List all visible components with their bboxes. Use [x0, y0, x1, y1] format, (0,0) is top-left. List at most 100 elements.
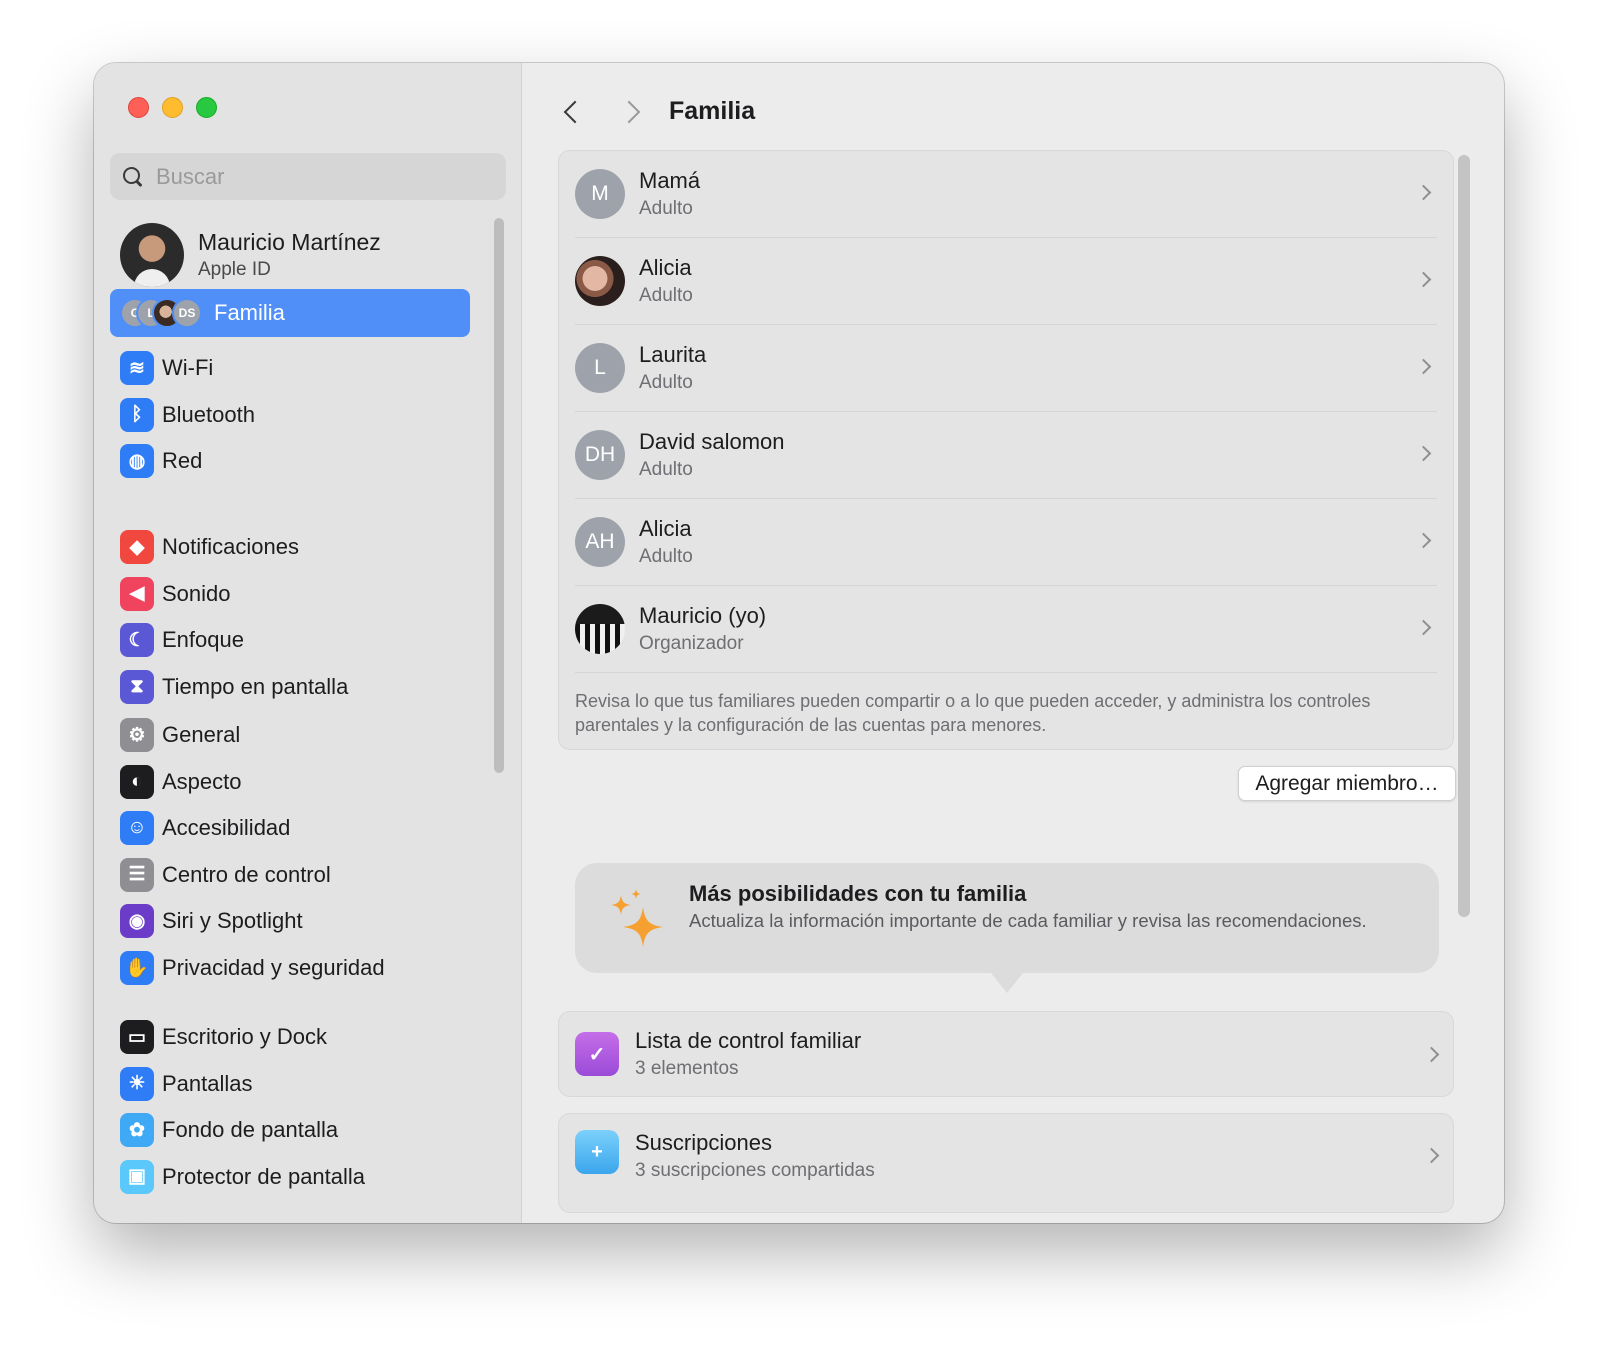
sidebar-item-accesibilidad[interactable]: ☺ Accesibilidad [120, 805, 385, 852]
speaker-icon: ◀ [120, 576, 154, 611]
avatar [575, 256, 625, 306]
screensaver-icon: ▣ [120, 1159, 154, 1194]
chevron-right-icon [1423, 1046, 1440, 1063]
family-member-row[interactable]: Alicia Adulto [575, 238, 1437, 325]
moon-icon: ☾ [120, 623, 154, 658]
close-button[interactable] [128, 97, 149, 118]
member-name: David salomon [639, 429, 785, 454]
bell-icon: ◆ [120, 530, 154, 565]
sidebar-item-label: Tiempo en pantalla [162, 673, 349, 699]
avatar: M [575, 169, 625, 219]
chevron-right-icon [1415, 619, 1432, 636]
chevron-right-icon [1415, 445, 1432, 462]
sidebar-item-fondo-de-pantalla[interactable]: ✿ Fondo de pantalla [120, 1107, 365, 1154]
sidebar-item-bluetooth[interactable]: ᛒ Bluetooth [120, 392, 255, 439]
sidebar-item-label: Aspecto [162, 768, 242, 794]
member-role: Adulto [639, 372, 693, 393]
family-member-row[interactable]: DH David salomon Adulto [575, 412, 1437, 499]
settings-window: Mauricio Martínez Apple ID C L DS Famili… [94, 63, 1504, 1223]
chevron-right-icon [1415, 358, 1432, 375]
sparkle-icon [611, 889, 663, 947]
sidebar-item-wi-fi[interactable]: ≋ Wi-Fi [120, 345, 255, 392]
forward-button[interactable] [617, 96, 647, 126]
dock-icon: ▭ [120, 1020, 154, 1055]
subscriptions-row[interactable]: + Suscripciones 3 suscripciones comparti… [558, 1113, 1454, 1213]
sidebar-item-label: Enfoque [162, 627, 244, 653]
sidebar-item-aspecto[interactable]: ◐ Aspecto [120, 759, 385, 806]
member-name: Alicia [639, 516, 692, 541]
checklist-title: Lista de control familiar [635, 1028, 862, 1053]
sidebar-item-label: Pantallas [162, 1070, 253, 1096]
sidebar-item-label: Privacidad y seguridad [162, 954, 385, 980]
sidebar-scrollbar[interactable] [494, 218, 504, 773]
sidebar-item-familia[interactable]: C L DS Familia [110, 289, 470, 337]
minimize-button[interactable] [162, 97, 183, 118]
bluetooth-icon: ᛒ [120, 397, 154, 432]
sidebar-item-red[interactable]: ◍ Red [120, 438, 255, 485]
chevron-right-icon [1415, 532, 1432, 549]
member-name: Mamá [639, 168, 701, 193]
sidebar-group: ≋ Wi-Fi ᛒ Bluetooth ◍ Red [120, 345, 255, 485]
member-name: Mauricio (yo) [639, 603, 767, 628]
sidebar-item-centro-de-control[interactable]: ☰ Centro de control [120, 852, 385, 899]
checklist-icon: ✓ [575, 1032, 619, 1076]
toolbar: Familia [557, 91, 755, 131]
wifi-icon: ≋ [120, 351, 154, 386]
promo-card: Más posibilidades con tu familia Actuali… [575, 863, 1439, 993]
sidebar-item-pantallas[interactable]: ☀ Pantallas [120, 1061, 365, 1108]
sidebar-item-label: Red [162, 448, 203, 474]
sun-icon: ☀ [120, 1066, 154, 1101]
sidebar-item-label: Notificaciones [162, 534, 299, 560]
sidebar-item-enfoque[interactable]: ☾ Enfoque [120, 617, 348, 664]
globe-icon: ◍ [120, 444, 154, 479]
back-button[interactable] [557, 96, 587, 126]
main-scrollbar[interactable] [1458, 155, 1470, 917]
sidebar-item-label: Wi-Fi [162, 355, 214, 381]
sidebar-item-privacidad-y-seguridad[interactable]: ✋ Privacidad y seguridad [120, 945, 385, 992]
member-role: Adulto [639, 546, 693, 567]
sidebar: Mauricio Martínez Apple ID C L DS Famili… [94, 63, 522, 1223]
family-checklist-row[interactable]: ✓ Lista de control familiar 3 elementos [558, 1011, 1454, 1097]
avatar: AH [575, 517, 625, 567]
family-member-row[interactable]: L Laurita Adulto [575, 325, 1437, 412]
subscriptions-subtitle: 3 suscripciones compartidas [635, 1160, 875, 1181]
sidebar-group: ▭ Escritorio y Dock ☀ Pantallas ✿ Fondo de pa… [120, 1014, 365, 1200]
member-name: Laurita [639, 342, 707, 367]
chevron-right-icon [1415, 271, 1432, 288]
subscriptions-title: Suscripciones [635, 1130, 772, 1155]
add-member-button[interactable]: Agregar miembro… [1238, 766, 1456, 801]
subscriptions-icon: + [575, 1130, 619, 1174]
search-icon [122, 166, 144, 188]
sidebar-item-siri-y-spotlight[interactable]: ◉ Siri y Spotlight [120, 898, 385, 945]
account-sub: Apple ID [198, 259, 271, 280]
avatar: DH [575, 430, 625, 480]
main-content: Familia M Mamá Adulto Alicia Adulto L Laurita A… [523, 63, 1504, 1223]
flower-icon: ✿ [120, 1113, 154, 1148]
zoom-button[interactable] [196, 97, 217, 118]
sidebar-item-general[interactable]: ⚙ General [120, 712, 385, 759]
accessibility-icon: ☺ [120, 811, 154, 846]
page-title: Familia [669, 96, 756, 125]
account-name: Mauricio Martínez [198, 229, 381, 255]
checklist-subtitle: 3 elementos [635, 1058, 739, 1079]
sidebar-item-label: Sonido [162, 580, 231, 606]
sidebar-item-tiempo-en-pantalla[interactable]: ⧗ Tiempo en pantalla [120, 664, 348, 711]
search-field[interactable] [110, 153, 506, 200]
sidebar-item-label: Escritorio y Dock [162, 1024, 328, 1050]
family-member-row[interactable]: M Mamá Adulto [575, 151, 1437, 238]
chevron-right-icon [1423, 1147, 1440, 1164]
sidebar-item-notificaciones[interactable]: ◆ Notificaciones [120, 524, 348, 571]
member-role: Adulto [639, 198, 693, 219]
sidebar-item-protector-de-pantalla[interactable]: ▣ Protector de pantalla [120, 1154, 365, 1201]
search-input[interactable] [156, 163, 476, 190]
sidebar-item-label: Fondo de pantalla [162, 1117, 339, 1143]
sidebar-item-sonido[interactable]: ◀ Sonido [120, 571, 348, 618]
family-member-row[interactable]: Mauricio (yo) Organizador [575, 586, 1437, 673]
sidebar-item-label: Familia [214, 300, 285, 325]
family-member-row[interactable]: AH Alicia Adulto [575, 499, 1437, 586]
window-controls [128, 97, 217, 118]
sidebar-item-escritorio-y-dock[interactable]: ▭ Escritorio y Dock [120, 1014, 365, 1061]
member-name: Alicia [639, 255, 692, 280]
avatar: L [575, 343, 625, 393]
apple-id-account[interactable]: Mauricio Martínez Apple ID [120, 223, 381, 287]
